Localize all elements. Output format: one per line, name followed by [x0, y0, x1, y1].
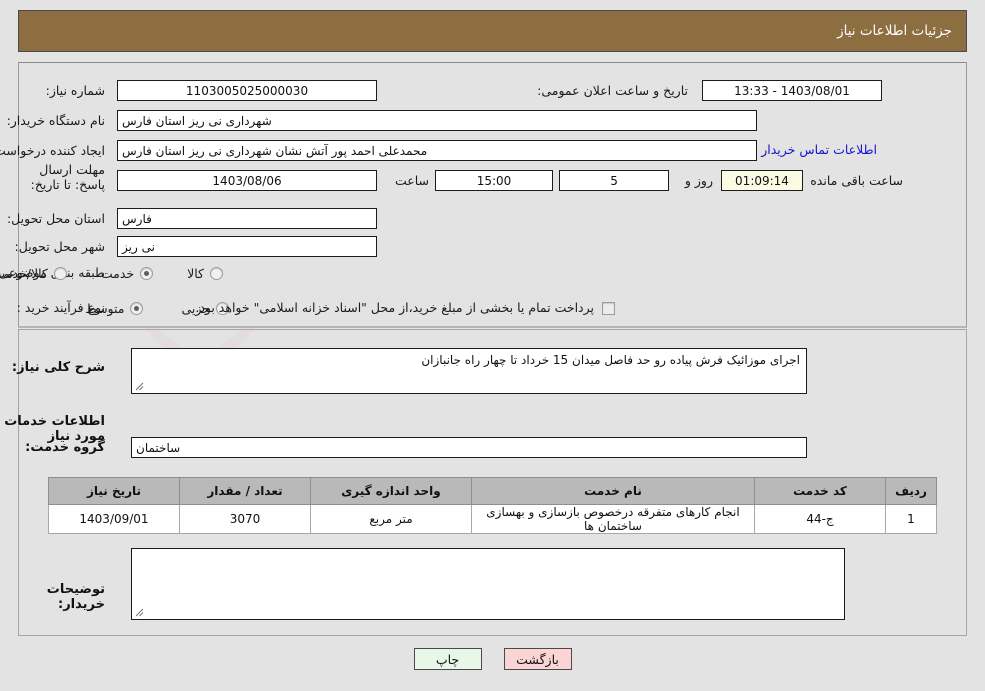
- announce-datetime-row: تاریخ و ساعت اعلان عمومی:: [537, 80, 688, 102]
- col-quantity: تعداد / مقدار: [179, 477, 311, 505]
- need-summary-label: شرح کلی نیاز:: [11, 360, 105, 375]
- buyer-org-label: نام دستگاه خریدار:: [6, 112, 105, 128]
- creator-row: ایجاد کننده درخواست:: [0, 140, 105, 162]
- city-row: شهر محل تحویل:: [15, 236, 105, 258]
- page-title: جزئیات اطلاعات نیاز: [837, 23, 952, 39]
- category-option-kala[interactable]: کالا: [187, 266, 223, 281]
- col-service-name: نام خدمت: [471, 477, 755, 505]
- city-value: نی ریز: [117, 236, 377, 257]
- category-options: کالا خدمت کالا/خدمت: [0, 262, 223, 284]
- deadline-time-label: ساعت: [394, 173, 429, 188]
- treasury-note-row: پرداخت تمام یا بخشی از مبلغ خرید،از محل …: [195, 297, 615, 319]
- col-unit: واحد اندازه گیری: [310, 477, 472, 505]
- treasury-note-label: پرداخت تمام یا بخشی از مبلغ خرید،از محل …: [195, 299, 594, 315]
- service-group-label: گروه خدمت:: [25, 440, 105, 455]
- panel-divider: [18, 326, 967, 328]
- radio-motavasset[interactable]: [130, 301, 144, 315]
- deadline-label: مهلت ارسال پاسخ: تا تاریخ:: [30, 162, 105, 192]
- page-header-bar: جزئیات اطلاعات نیاز: [18, 10, 967, 52]
- buyer-contact-link[interactable]: اطلاعات تماس خریدار: [761, 142, 877, 157]
- category-option-khedmat[interactable]: خدمت: [100, 265, 154, 281]
- remaining-days-suffix: روز و: [684, 173, 713, 188]
- announce-datetime-value: 1403/08/01 - 13:33: [702, 80, 882, 101]
- table-row: 1 ج-44 انجام کارهای متفرقه درخصوص بازساز…: [48, 504, 937, 534]
- radio-khedmat[interactable]: [140, 266, 154, 280]
- remaining-days-value: 5: [559, 170, 669, 191]
- col-row-no: ردیف: [885, 477, 937, 505]
- resize-grip-icon-notes[interactable]: [134, 608, 144, 618]
- creator-value: محمدعلی احمد پور آتش نشان شهرداری نی ریز…: [117, 140, 757, 161]
- announce-datetime-label: تاریخ و ساعت اعلان عمومی:: [537, 82, 688, 98]
- buyer-org-row: نام دستگاه خریدار:: [7, 110, 105, 132]
- category-option-khedmat-label: خدمت: [100, 265, 135, 281]
- category-option-kala-khedmat[interactable]: کالا/خدمت: [0, 266, 67, 281]
- print-button[interactable]: چاپ: [413, 648, 482, 670]
- buyer-org-value: شهرداری نی ریز استان فارس: [117, 110, 757, 131]
- need-info-panel: [18, 62, 967, 327]
- table-header-row: ردیف کد خدمت نام خدمت واحد اندازه گیری ت…: [48, 477, 937, 505]
- province-label: استان محل تحویل:: [6, 210, 105, 226]
- need-summary-textarea[interactable]: اجرای موزائیک فرش پیاده رو حد فاصل میدان…: [131, 348, 807, 394]
- back-button[interactable]: بازگشت: [503, 648, 572, 670]
- city-label: شهر محل تحویل:: [14, 238, 105, 254]
- countdown-suffix-label: ساعت باقی مانده: [810, 173, 903, 188]
- buyer-notes-textarea[interactable]: [131, 548, 845, 620]
- resize-grip-icon[interactable]: [134, 382, 144, 392]
- cell-need-date: 1403/09/01: [48, 504, 180, 534]
- category-option-kala-label: کالا: [187, 265, 204, 281]
- province-value: فارس: [117, 208, 377, 229]
- deadline-date-value: 1403/08/06: [117, 170, 377, 191]
- cell-unit: متر مربع: [310, 504, 472, 534]
- need-summary-value: اجرای موزائیک فرش پیاده رو حد فاصل میدان…: [421, 353, 800, 367]
- province-row: استان محل تحویل:: [7, 208, 105, 230]
- radio-kala-khedmat[interactable]: [53, 266, 67, 280]
- need-number-label: شماره نیاز:: [45, 82, 105, 98]
- cell-quantity: 3070: [179, 504, 311, 534]
- col-service-code: کد خدمت: [754, 477, 886, 505]
- category-option-kala-khedmat-label: کالا/خدمت: [0, 265, 48, 281]
- cell-service-code: ج-44: [754, 504, 886, 534]
- page-root: AriaTender.net جزئیات اطلاعات نیاز شماره…: [0, 0, 985, 691]
- service-group-value: ساختمان: [131, 437, 807, 458]
- cell-service-name: انجام کارهای متفرقه درخصوص بازسازی و بهس…: [471, 504, 755, 534]
- need-number-value: 1103005025000030: [117, 80, 377, 101]
- treasury-checkbox[interactable]: [602, 301, 615, 315]
- action-button-bar: بازگشت چاپ: [0, 648, 985, 670]
- need-number-row: شماره نیاز:: [46, 80, 105, 102]
- radio-kala[interactable]: [210, 266, 223, 280]
- services-table: ردیف کد خدمت نام خدمت واحد اندازه گیری ت…: [48, 477, 937, 534]
- deadline-time-value: 15:00: [435, 170, 553, 191]
- countdown-timer-value: 01:09:14: [721, 170, 803, 191]
- col-need-date: تاریخ نیاز: [48, 477, 180, 505]
- creator-label: ایجاد کننده درخواست:: [0, 142, 105, 158]
- buyer-notes-label: توضیحات خریدار:: [46, 582, 105, 612]
- process-option-motavasset[interactable]: متوسط: [85, 300, 144, 316]
- process-option-motavasset-label: متوسط: [85, 300, 125, 316]
- cell-row-no: 1: [885, 504, 937, 534]
